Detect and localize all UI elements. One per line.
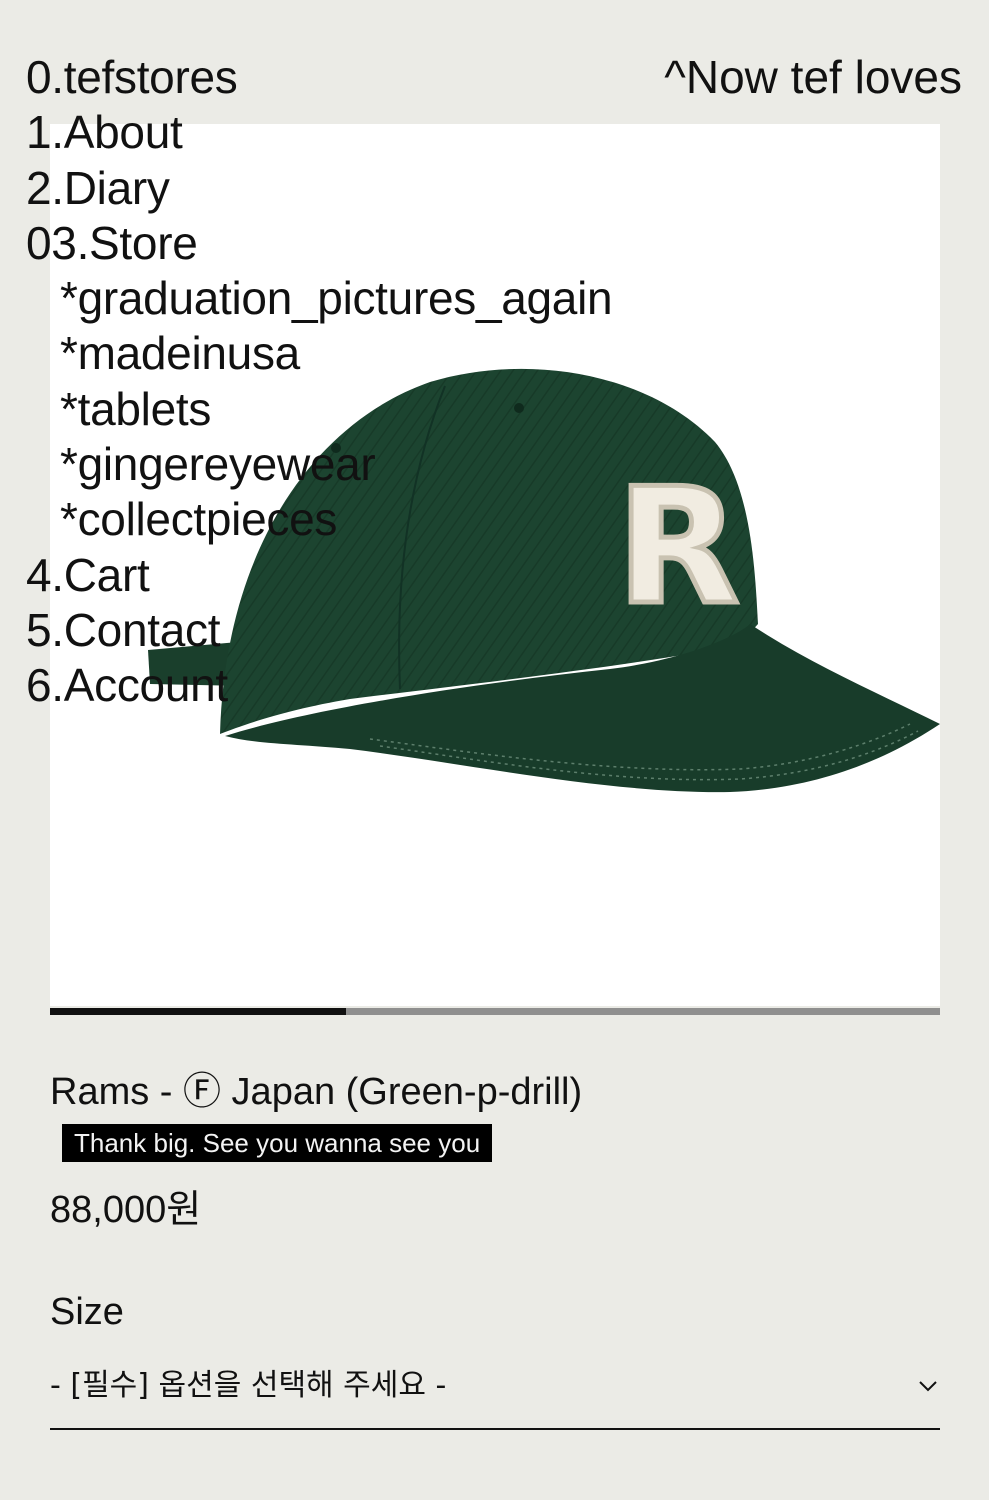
size-select-value: - [필수] 옵션을 선택해 주세요 - [50, 1368, 447, 1403]
nav-store-gingereyewear[interactable]: *gingereyewear [26, 437, 612, 492]
nav-diary[interactable]: 2.Diary [26, 161, 612, 216]
now-loves-link[interactable]: ^Now tef loves [664, 50, 962, 105]
image-slider-progress [50, 1008, 347, 1015]
nav-cart[interactable]: 4.Cart [26, 548, 612, 603]
image-slider-track[interactable] [50, 1008, 940, 1015]
product-price: 88,000원 [50, 1189, 202, 1231]
product-summary: Thank big. See you wanna see you [62, 1124, 493, 1162]
product-name: Rams - Ⓕ Japan (Green-p-drill) [50, 1071, 583, 1113]
cap-logo-letter: R [616, 453, 739, 640]
nav-store[interactable]: 03.Store [26, 216, 612, 271]
chevron-down-icon [919, 1381, 937, 1392]
nav-home[interactable]: 0.tefstores [26, 50, 612, 105]
nav-store-collectpieces[interactable]: *collectpieces [26, 492, 612, 547]
option-label: Size [50, 1291, 124, 1333]
nav-contact[interactable]: 5.Contact [26, 603, 612, 658]
size-select[interactable]: - [필수] 옵션을 선택해 주세요 - [50, 1358, 940, 1430]
nav-account[interactable]: 6.Account [26, 658, 612, 713]
nav-store-tablets[interactable]: *tablets [26, 382, 612, 437]
nav-about[interactable]: 1.About [26, 105, 612, 160]
main-nav: 0.tefstores 1.About 2.Diary 03.Store *gr… [26, 50, 613, 714]
nav-store-madeinusa[interactable]: *madeinusa [26, 326, 612, 381]
nav-store-graduation-pictures-again[interactable]: *graduation_pictures_again [26, 271, 613, 326]
